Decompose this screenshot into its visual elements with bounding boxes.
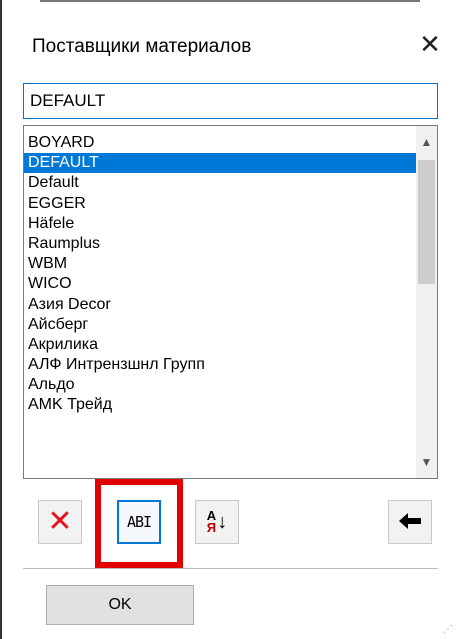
title-bar: Поставщики материалов ✕ (0, 0, 456, 80)
list-item[interactable]: Альдо (24, 375, 416, 395)
scroll-down-icon[interactable]: ▼ (416, 452, 437, 472)
sort-button[interactable]: A Я ↓ (195, 500, 239, 544)
list-item[interactable]: АЛФ Интрензшнл Групп (24, 355, 416, 375)
list-item[interactable]: Default (24, 173, 416, 193)
list-item[interactable]: WBM (24, 254, 416, 274)
list-scrollbar[interactable]: ▲ ▼ (416, 126, 437, 478)
rename-button[interactable]: ABI (117, 500, 161, 544)
list-item[interactable]: Häfele (24, 214, 416, 234)
list-item[interactable]: Raumplus (24, 234, 416, 254)
list-item[interactable]: Айсберг (24, 315, 416, 335)
rename-icon: ABI (126, 513, 152, 531)
scroll-up-icon[interactable]: ▲ (416, 132, 437, 152)
delete-icon: ✕ (47, 504, 73, 539)
list-item[interactable]: AMK Трейд (24, 395, 416, 415)
footer-divider (23, 568, 438, 569)
list-item[interactable]: BOYARD (24, 133, 416, 153)
sort-alpha-icon: A Я ↓ (206, 509, 228, 535)
close-icon[interactable]: ✕ (414, 28, 446, 60)
list-item[interactable]: WICO (24, 274, 416, 294)
sort-letter-ya: Я (206, 520, 217, 535)
back-button[interactable] (388, 500, 432, 544)
scroll-thumb[interactable] (418, 160, 435, 284)
list-item[interactable]: Азия Decor (24, 295, 416, 315)
list-item[interactable]: Акрилика (24, 335, 416, 355)
back-arrow-icon (399, 508, 421, 536)
window-frame-left (0, 0, 2, 639)
suppliers-list-items: BOYARD DEFAULT Default EGGER Häfele Raumplus W… (24, 133, 416, 416)
window-title: Поставщики материалов (32, 36, 252, 57)
list-item[interactable]: DEFAULT (24, 153, 416, 174)
resize-grip-icon[interactable]: ⋰ (443, 624, 453, 635)
ok-button[interactable]: OK (46, 585, 194, 625)
supplier-name-input[interactable] (23, 83, 438, 119)
list-item[interactable]: EGGER (24, 194, 416, 214)
delete-button[interactable]: ✕ (38, 500, 82, 544)
suppliers-list[interactable]: BOYARD DEFAULT Default EGGER Häfele Raumplus W… (23, 125, 438, 479)
sort-arrow-icon: ↓ (217, 510, 228, 533)
